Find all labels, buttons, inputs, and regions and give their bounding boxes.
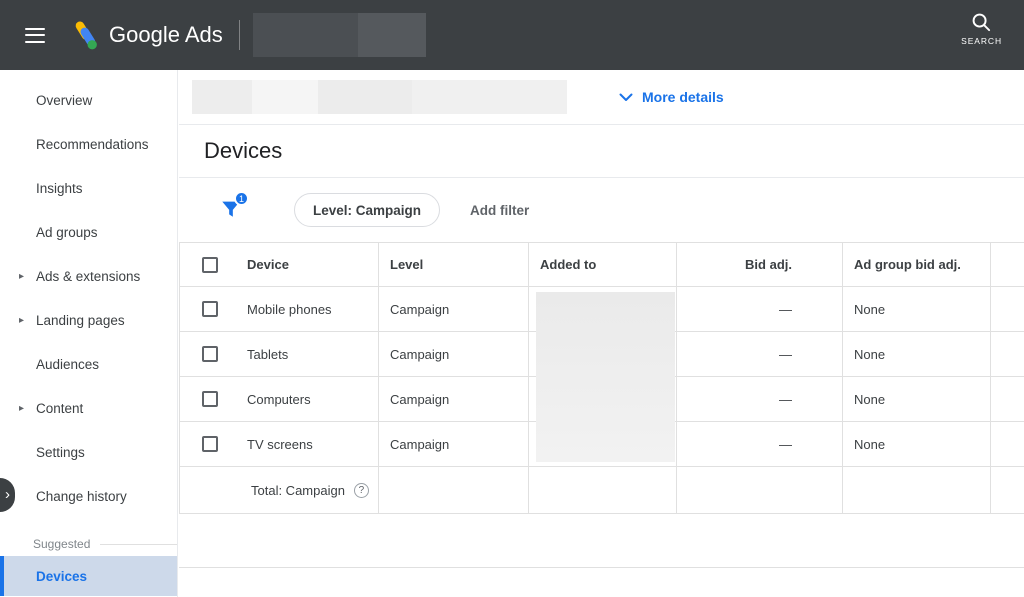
device-name: Mobile phones [247,302,332,317]
filter-count-badge: 1 [234,191,249,206]
sidebar-item-audiences[interactable]: Audiences [0,342,177,386]
sidebar-item-label: Recommendations [36,137,149,152]
devices-table: Device Level Added to Bid adj. Ad group … [179,242,1024,514]
column-header-level[interactable]: Level [379,243,529,287]
row-checkbox[interactable] [202,391,218,407]
redacted-block [536,292,675,462]
google-ads-logo: Google Ads [67,19,223,51]
ad-group-bid-adj-cell[interactable]: None [843,287,991,332]
bid-adj-cell[interactable]: — [677,332,843,377]
sidebar-item-devices[interactable]: Devices [0,556,177,596]
suggested-section-header: Suggested [0,532,177,556]
filter-row: 1 Level: Campaign Add filter [179,178,1024,242]
expand-arrow-icon: ▸ [19,315,24,326]
left-navigation: Overview Recommendations Insights Ad gro… [0,70,178,597]
sidebar-item-label: Devices [36,569,87,584]
redacted-block [252,80,318,114]
search-label: SEARCH [961,36,1002,46]
cutoff-cell [991,377,1024,422]
filter-chip-label: Level: Campaign [313,203,421,218]
ad-group-bid-adj-cell[interactable]: None [843,377,991,422]
table-header-row: Device Level Added to Bid adj. Ad group … [180,243,1024,287]
divider [100,544,177,545]
cutoff-cell [991,422,1024,467]
row-checkbox[interactable] [202,346,218,362]
chevron-right-icon: › [5,486,10,503]
topbar: Google Ads SEARCH [0,0,1024,70]
title-section: Devices [179,125,1024,178]
ad-group-bid-adj-cell[interactable]: None [843,332,991,377]
expand-arrow-icon: ▸ [19,403,24,414]
redacted-block [318,80,412,114]
device-name: Tablets [247,347,288,362]
app-title: Google Ads [109,22,223,48]
more-details-label: More details [642,89,724,105]
sidebar-item-overview[interactable]: Overview [0,78,177,122]
device-name: TV screens [247,437,313,452]
total-label: Total: Campaign [251,483,345,498]
page-title: Devices [204,138,282,164]
sidebar-item-ads-extensions[interactable]: ▸ Ads & extensions [0,254,177,298]
sidebar-item-label: Overview [36,93,92,108]
column-header-ad-group-bid-adj[interactable]: Ad group bid adj. [843,243,991,287]
menu-icon[interactable] [25,23,45,47]
row-checkbox[interactable] [202,301,218,317]
column-header-device[interactable]: Device [180,243,379,287]
sidebar-item-label: Content [36,401,83,416]
cutoff-cell [991,332,1024,377]
sidebar-item-label: Landing pages [36,313,125,328]
redacted-block [253,13,358,57]
chevron-down-icon [619,93,633,102]
cutoff-cell [991,287,1024,332]
sidebar-item-label: Settings [36,445,85,460]
sidebar-item-ad-groups[interactable]: Ad groups [0,210,177,254]
table-total-row: Total: Campaign ? [180,467,1024,514]
sidebar-item-insights[interactable]: Insights [0,166,177,210]
search-button[interactable]: SEARCH [961,12,1002,46]
sidebar-item-landing-pages[interactable]: ▸ Landing pages [0,298,177,342]
more-details-link[interactable]: More details [619,89,724,105]
column-header-cutoff [991,243,1024,287]
column-header-bid-adj[interactable]: Bid adj. [677,243,843,287]
sidebar-item-content[interactable]: ▸ Content [0,386,177,430]
redacted-block [358,13,426,57]
search-icon [971,12,992,33]
level-cell: Campaign [379,422,529,467]
sidebar-item-change-history[interactable]: Change history [0,474,177,518]
help-icon[interactable]: ? [354,483,369,498]
google-ads-logo-icon [67,19,99,51]
filter-button[interactable]: 1 [220,198,242,222]
sidebar-item-settings[interactable]: Settings [0,430,177,474]
bid-adj-cell[interactable]: — [677,377,843,422]
filter-chip-level-campaign[interactable]: Level: Campaign [294,193,440,227]
column-header-added-to[interactable]: Added to [529,243,677,287]
expand-arrow-icon: ▸ [19,271,24,282]
sidebar-item-label: Audiences [36,357,99,372]
content-bottom-divider [179,514,1024,568]
device-name: Computers [247,392,311,407]
bid-adj-cell[interactable]: — [677,422,843,467]
main-content: More details Devices 1 Level: Campaign A… [179,70,1024,597]
row-checkbox[interactable] [202,436,218,452]
redacted-block [412,80,567,114]
sidebar-item-recommendations[interactable]: Recommendations [0,122,177,166]
level-cell: Campaign [379,287,529,332]
add-filter-button[interactable]: Add filter [470,203,529,218]
sidebar-item-label: Insights [36,181,83,196]
summary-strip: More details [179,70,1024,125]
level-cell: Campaign [379,377,529,422]
sidebar-item-label: Ads & extensions [36,269,140,284]
redacted-block [192,80,252,114]
sidebar-item-label: Change history [36,489,127,504]
topbar-divider [239,20,240,50]
level-cell: Campaign [379,332,529,377]
ad-group-bid-adj-cell[interactable]: None [843,422,991,467]
suggested-label: Suggested [33,537,90,551]
sidebar-item-label: Ad groups [36,225,98,240]
bid-adj-cell[interactable]: — [677,287,843,332]
select-all-checkbox[interactable] [202,257,218,273]
